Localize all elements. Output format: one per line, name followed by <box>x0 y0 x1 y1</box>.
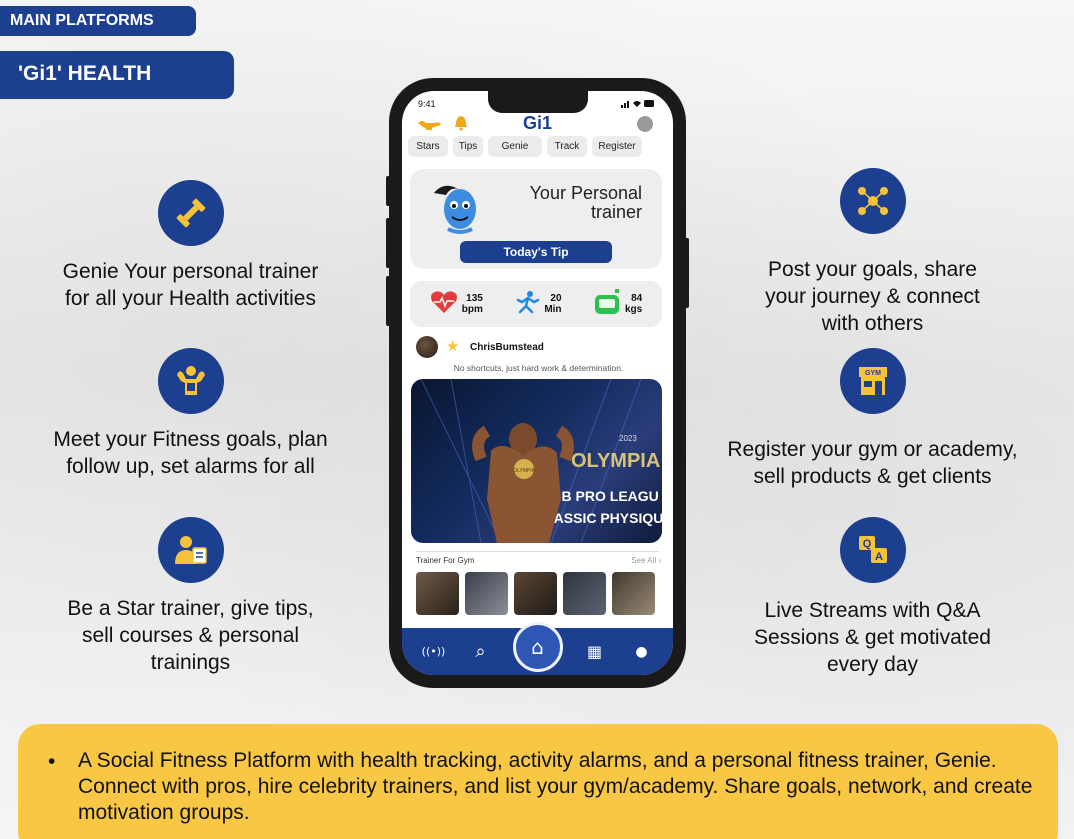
genie-mascot-icon <box>430 179 490 239</box>
trainer-thumbnail[interactable] <box>612 572 655 615</box>
feature-line: Meet your Fitness goals, plan <box>53 428 328 451</box>
dumbbell-icon <box>157 180 224 246</box>
network-icon <box>839 168 906 234</box>
stat-activity[interactable]: 20 Min <box>514 290 562 318</box>
feature-line: sell products & get clients <box>753 465 992 488</box>
phone-screen: 9:41 Gi1 Stars Tips Genie Track Register… <box>402 91 673 675</box>
image-olympia-text: OLYMPIA <box>571 450 660 472</box>
summary-banner: • A Social Fitness Platform with health … <box>18 724 1058 839</box>
avatar[interactable] <box>416 336 438 358</box>
feature-line: sell courses & personal <box>81 624 300 647</box>
home-icon: ⌂ <box>531 634 544 659</box>
post-caption: No shortcuts, just hard work & determina… <box>453 363 624 373</box>
post-image[interactable]: OLYMPIA 2023 IFBB PRO LEAGU CLASSIC PHYS… <box>411 379 662 543</box>
feature-line: every day <box>826 653 919 676</box>
bottom-navigation: ((•)) ⌕ ⌂ ▦ ● <box>402 621 673 675</box>
trainer-card-title-line: Your Personal <box>529 183 642 203</box>
phone-side-button <box>386 218 390 268</box>
trainer-thumbnail[interactable] <box>416 572 459 615</box>
trainer-card-title: Your Personal trainer <box>492 184 642 222</box>
profile-icon[interactable]: ● <box>627 644 657 660</box>
phone-notch <box>488 91 588 113</box>
home-button[interactable]: ⌂ <box>512 621 563 672</box>
tab-genie[interactable]: Genie <box>488 136 542 157</box>
tab-stars[interactable]: Stars <box>408 136 448 157</box>
gym-building-icon[interactable]: ▦ <box>580 642 610 661</box>
feature-gym-register: GYM Register your gym or academy, sell p… <box>700 348 1045 490</box>
feature-line: Post your goals, share <box>768 258 977 281</box>
scale-icon <box>593 289 621 319</box>
tab-bar: Stars Tips Genie Track Register <box>408 136 667 157</box>
feature-line: follow up, set alarms for all <box>66 455 315 478</box>
feature-line: Sessions & get motivated <box>754 626 991 649</box>
status-time: 9:41 <box>418 99 436 109</box>
todays-tip-button[interactable]: Today's Tip <box>460 241 612 263</box>
personal-trainer-card: Your Personal trainer Today's Tip <box>410 169 662 269</box>
trainer-thumbnails <box>416 572 659 615</box>
bodybuilder-icon <box>157 348 224 414</box>
feature-line: with others <box>821 312 924 335</box>
banner-text: A Social Fitness Platform with health tr… <box>78 749 1033 824</box>
chat-icon[interactable] <box>637 116 653 132</box>
trainer-icon <box>157 517 224 583</box>
qa-icon: Q A <box>839 517 906 583</box>
trainer-card-title-line: trainer <box>590 202 642 222</box>
status-icons <box>621 99 655 110</box>
feature-line: your journey & connect <box>765 285 980 308</box>
feature-star-trainer: Be a Star trainer, give tips, sell cours… <box>18 517 363 676</box>
see-all-link[interactable]: See All › <box>631 556 661 565</box>
feature-genie: Genie Your personal trainer for all your… <box>18 180 363 312</box>
runner-icon <box>514 290 540 318</box>
feature-line: Register your gym or academy, <box>727 438 1018 461</box>
app-title: Gi1 <box>522 113 552 133</box>
tab-track[interactable]: Track <box>547 136 587 157</box>
health-stats-card: 135 bpm 20 Min 84 kgs <box>410 281 662 327</box>
main-platforms-tag: MAIN PLATFORMS <box>0 6 196 36</box>
stat-unit: Min <box>544 304 562 315</box>
phone-mockup: 9:41 Gi1 Stars Tips Genie Track Register… <box>386 78 689 688</box>
feature-line: for all your Health activities <box>65 287 316 310</box>
health-tag: 'Gi1' HEALTH <box>0 51 234 99</box>
feature-line: Be a Star trainer, give tips, <box>67 597 314 620</box>
stat-heart-rate[interactable]: 135 bpm <box>430 290 483 318</box>
feature-line: Genie Your personal trainer <box>62 260 319 283</box>
gym-icon: GYM <box>839 348 906 414</box>
post-username[interactable]: ChrisBumstead <box>470 342 544 353</box>
feature-line: Live Streams with Q&A <box>764 599 981 622</box>
section-divider <box>416 551 659 552</box>
stat-value: 84 <box>631 293 643 304</box>
phone-side-button <box>386 276 390 326</box>
feature-line: trainings <box>150 651 231 674</box>
feature-fitness-goals: Meet your Fitness goals, plan follow up,… <box>18 348 363 480</box>
phone-side-button <box>386 176 390 206</box>
live-icon[interactable]: ((•)) <box>419 645 449 658</box>
tab-register[interactable]: Register <box>592 136 642 157</box>
image-medal-text: OLYMPIA <box>513 468 536 474</box>
trainer-thumbnail[interactable] <box>465 572 508 615</box>
image-year-text: 2023 <box>619 434 637 443</box>
gym-icon-label: GYM <box>865 370 881 377</box>
stat-unit: kgs <box>625 304 643 315</box>
phone-side-button <box>685 238 689 308</box>
search-icon[interactable]: ⌕ <box>466 641 496 662</box>
feature-social: Post your goals, share your journey & co… <box>700 168 1045 337</box>
trainer-thumbnail[interactable] <box>563 572 606 615</box>
stat-value: 135 <box>466 293 483 304</box>
trainer-thumbnail[interactable] <box>514 572 557 615</box>
banner-bullet: • <box>48 750 56 773</box>
heart-rate-icon <box>430 290 458 318</box>
qa-icon-q: Q <box>862 538 871 550</box>
trainer-for-gym-label: Trainer For Gym <box>416 556 475 565</box>
feature-live-streams: Q A Live Streams with Q&A Sessions & get… <box>700 517 1045 678</box>
stat-unit: bpm <box>461 304 483 315</box>
tab-tips[interactable]: Tips <box>453 136 483 157</box>
star-icon: ★ <box>446 337 460 355</box>
stat-weight[interactable]: 84 kgs <box>593 289 642 319</box>
qa-icon-a: A <box>875 551 883 563</box>
stat-value: 20 <box>550 293 562 304</box>
